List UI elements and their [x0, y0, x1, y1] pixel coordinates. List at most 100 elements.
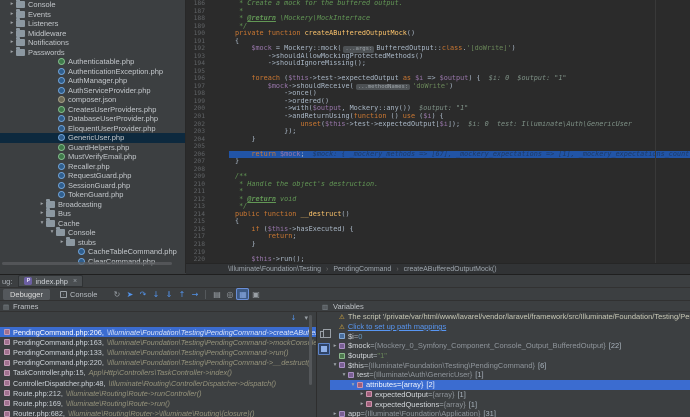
frame-row[interactable]: Route.php:212,\Illuminate\Routing\Route-… [0, 388, 316, 398]
chevron-right-icon[interactable]: ▸ [331, 343, 339, 349]
variable-row[interactable]: ⚠Click to set up path mappings [330, 322, 690, 332]
code-line: 219 [186, 249, 690, 257]
tree-item[interactable]: ▸Notifications [0, 38, 186, 48]
run-to-cursor-icon[interactable]: → [188, 289, 201, 300]
frame-location: TaskController.php:15, [13, 368, 86, 377]
tree-item[interactable]: MustVerifyEmail.php [0, 152, 186, 162]
frame-row[interactable]: PendingCommand.php:133,\Illuminate\Found… [0, 347, 316, 357]
step-into-icon[interactable]: ↓ [149, 289, 162, 300]
chevron-down-icon[interactable]: ▾ [349, 382, 357, 388]
variable-row[interactable]: ▸expectedOutput = {array}[1] [330, 390, 690, 400]
debug-tab-index-php[interactable]: P index.php × [18, 275, 83, 287]
code-token: if [251, 226, 259, 233]
tree-item[interactable]: GuardHelpers.php [0, 143, 186, 153]
chevron-right-icon[interactable]: ▸ [8, 29, 16, 39]
chevron-down-icon[interactable]: ▾ [331, 362, 339, 368]
variable-row[interactable]: ⚠The script '/private/var/html/www/lavar… [330, 312, 690, 322]
tree-item[interactable]: ▾Cache [0, 219, 186, 229]
chevron-right-icon[interactable]: ▸ [8, 0, 16, 10]
rerun-icon[interactable]: ↻ [110, 289, 123, 300]
step-out-icon[interactable]: ↑ [175, 289, 188, 300]
tree-item[interactable]: SessionGuard.php [0, 181, 186, 191]
tree-item[interactable]: composer.json [0, 95, 186, 105]
project-tree[interactable]: ▸Console▸Events▸Listeners▸Middleware▸Not… [0, 0, 186, 273]
frame-row[interactable]: PendingCommand.php:163,\Illuminate\Found… [0, 337, 316, 347]
frame-row[interactable]: TaskController.php:15,App\Http\Controlle… [0, 368, 316, 378]
tree-item[interactable]: ▸stubs [0, 238, 186, 248]
tree-item[interactable]: ▸Listeners [0, 19, 186, 29]
frame-row[interactable]: ControllerDispatcher.php:48,\Illuminate\… [0, 378, 316, 388]
tab-debugger[interactable]: Debugger [3, 289, 50, 300]
chevron-down-icon[interactable]: ▾ [38, 219, 46, 229]
tree-horizontal-scrollbar[interactable] [2, 262, 172, 265]
tree-item[interactable]: GenericUser.php [0, 133, 186, 143]
tree-item[interactable]: ▸Events [0, 10, 186, 20]
layout-toggle-icon[interactable] [318, 343, 330, 355]
view-breakpoints-icon[interactable]: ◎ [223, 289, 236, 300]
tree-item[interactable]: AuthManager.php [0, 76, 186, 86]
tree-item[interactable]: ▸Middleware [0, 29, 186, 39]
code-line: 190private function createABufferedOutpu… [186, 30, 690, 38]
variable-row[interactable]: $i = 0 [330, 331, 690, 341]
step-over-icon[interactable]: ↷ [136, 289, 149, 300]
variable-row[interactable]: $output = "1" [330, 351, 690, 361]
frames-scrollbar[interactable] [309, 315, 312, 385]
breadcrumb-item[interactable]: PendingCommand [333, 266, 391, 273]
code-editor[interactable]: 186 * Create a mock for the buffered out… [186, 0, 690, 263]
variable-row[interactable]: ▸$mock = {Mockery_0_Symfony_Component_Co… [330, 341, 690, 351]
tree-item[interactable]: EloquentUserProvider.php [0, 124, 186, 134]
chevron-right-icon[interactable]: ▸ [38, 209, 46, 219]
line-number: 198 [186, 90, 205, 98]
tree-item[interactable]: CacheTableCommand.php [0, 247, 186, 257]
chevron-right-icon[interactable]: ▸ [8, 48, 16, 58]
tree-item[interactable]: Authenticatable.php [0, 57, 186, 67]
close-icon[interactable]: × [73, 278, 77, 285]
variable-row[interactable]: ▾$this = {Illuminate\Foundation\Testing\… [330, 360, 690, 370]
path-mappings-link[interactable]: Click to set up path mappings [348, 322, 446, 331]
tree-item[interactable]: ▸Console [0, 0, 186, 10]
chevron-right-icon[interactable]: ▸ [331, 411, 339, 417]
frame-row[interactable]: PendingCommand.php:206,\Illuminate\Found… [0, 327, 316, 337]
chevron-down-icon[interactable]: ▾ [340, 372, 348, 378]
frame-row[interactable]: PendingCommand.php:220,\Illuminate\Found… [0, 358, 316, 368]
copy-icon[interactable] [320, 331, 326, 338]
tree-item[interactable]: RequestGuard.php [0, 171, 186, 181]
tree-item[interactable]: DatabaseUserProvider.php [0, 114, 186, 124]
frame-row[interactable]: Router.php:682,\Illuminate\Routing\Route… [0, 409, 316, 417]
chevron-right-icon[interactable]: ▸ [8, 10, 16, 20]
scroll-down-icon[interactable]: ↓ [291, 314, 297, 322]
breadcrumb-item[interactable]: createABufferedOutputMock() [404, 266, 497, 273]
chevron-right-icon[interactable]: ▸ [358, 401, 366, 407]
filter-frames-icon[interactable]: ▾ [304, 314, 308, 322]
variables-panel[interactable]: ⚠The script '/private/var/html/www/lavar… [330, 312, 690, 417]
evaluate-expression-icon[interactable]: ▤ [210, 289, 223, 300]
variable-row[interactable]: ▾attributes = {array}[2] [330, 380, 690, 390]
chevron-right-icon[interactable]: ▸ [8, 38, 16, 48]
tree-item[interactable]: ▸Bus [0, 209, 186, 219]
code-line: 201 ->andReturnUsing(function () use ($i… [186, 113, 690, 121]
variable-row[interactable]: ▸expectedQuestions = {array}[1] [330, 399, 690, 409]
settings-icon[interactable]: ▣ [249, 289, 262, 300]
chevron-right-icon[interactable]: ▸ [58, 238, 66, 248]
tab-console[interactable]: › Console [53, 289, 105, 300]
chevron-right-icon[interactable]: ▸ [8, 19, 16, 29]
chevron-right-icon[interactable]: ▸ [38, 200, 46, 210]
chevron-down-icon[interactable]: ▾ [48, 228, 56, 238]
breadcrumb-item[interactable]: \Illuminate\Foundation\Testing [228, 266, 321, 273]
force-step-into-icon[interactable]: ⇓ [162, 289, 175, 300]
tree-item[interactable]: ▸Passwords [0, 48, 186, 58]
tree-item[interactable]: AuthenticationException.php [0, 67, 186, 77]
frames-panel[interactable]: ↓ ▾ PendingCommand.php:206,\Illuminate\F… [0, 312, 316, 417]
tree-item[interactable]: CreatesUserProviders.php [0, 105, 186, 115]
tree-item[interactable]: ▸Broadcasting [0, 200, 186, 210]
variable-row[interactable]: ▾test = {Illuminate\Auth\GenericUser}[1] [330, 370, 690, 380]
mute-breakpoints-icon[interactable]: ▦ [236, 288, 249, 300]
tree-item[interactable]: AuthServiceProvider.php [0, 86, 186, 96]
chevron-right-icon[interactable]: ▸ [358, 391, 366, 397]
show-execution-point-icon[interactable]: ➤ [123, 289, 136, 300]
frame-row[interactable]: Route.php:169,\Illuminate\Routing\Route-… [0, 398, 316, 408]
variable-row[interactable]: ▸app = {Illuminate\Foundation\Applicatio… [330, 409, 690, 417]
tree-item[interactable]: Recaller.php [0, 162, 186, 172]
tree-item[interactable]: ▾Console [0, 228, 186, 238]
tree-item[interactable]: TokenGuard.php [0, 190, 186, 200]
